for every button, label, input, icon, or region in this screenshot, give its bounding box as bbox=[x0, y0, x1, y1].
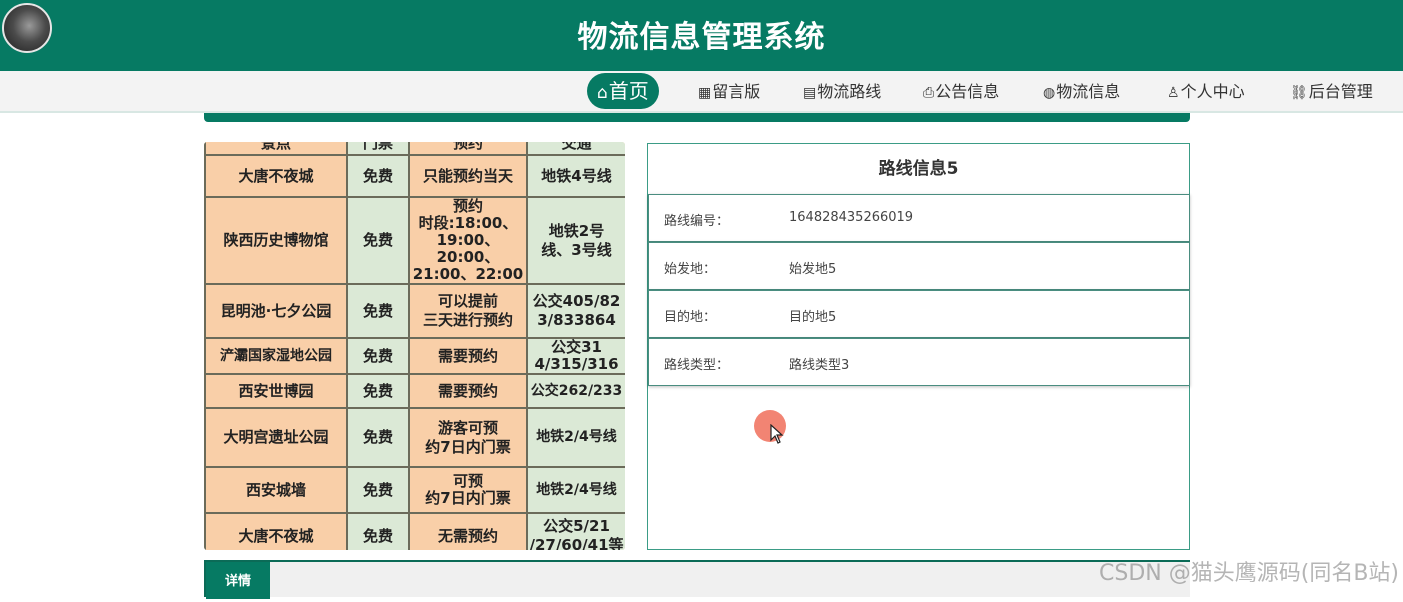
field-label: 路线类型： bbox=[664, 358, 730, 373]
table-cell: 地铁2号 线、3号线 bbox=[526, 196, 625, 285]
table-cell: 浐灞国家湿地公园 bbox=[204, 337, 348, 375]
table-cell: 陕西历史博物馆 bbox=[204, 196, 348, 285]
table-cell: 免费 bbox=[346, 154, 410, 198]
nav-label: 留言版 bbox=[712, 82, 761, 101]
field-label: 始发地： bbox=[664, 262, 717, 277]
field-value: 始发地5 bbox=[789, 262, 837, 277]
table-cell: 无需预约 bbox=[408, 512, 528, 550]
table-cell: 免费 bbox=[346, 337, 410, 375]
table-cell: 大明宫遗址公园 bbox=[204, 407, 348, 468]
table-row: 大唐不夜城 免费 无需预约 公交5/21 /27/60/41等 bbox=[204, 512, 625, 550]
nav-item-announcements[interactable]: ⎙公告信息 bbox=[923, 79, 999, 105]
table-cell: 游客可预 约7日内门票 bbox=[408, 407, 528, 468]
watermark: CSDN @猫头鹰源码(同名B站) bbox=[1099, 561, 1399, 586]
table-cell: 大唐不夜城 bbox=[204, 154, 348, 198]
nav-item-logistics-info[interactable]: ◍物流信息 bbox=[1043, 79, 1120, 105]
printer-icon: ⎙ bbox=[923, 85, 935, 101]
attractions-table: 景点 门票 预约 交通 大唐不夜城 免费 只能预约当天 地铁4号线 陕西历史博物… bbox=[204, 142, 625, 550]
nav-item-logistics-routes[interactable]: ▤物流路线 bbox=[803, 79, 881, 105]
table-cell: 预约 时段:18:00、 19:00、20:00、 21:00、22:00 bbox=[408, 196, 528, 285]
table-row: 大明宫遗址公园 免费 游客可预 约7日内门票 地铁2/4号线 bbox=[204, 407, 625, 468]
nav-item-home[interactable]: ⌂首页 bbox=[587, 73, 659, 109]
section-strip bbox=[204, 113, 1190, 122]
details-tab[interactable]: 详情 bbox=[206, 562, 270, 599]
field-label: 路线编号： bbox=[664, 214, 730, 229]
table-row: 昆明池·七夕公园 免费 可以提前 三天进行预约 公交405/82 3/83386… bbox=[204, 283, 625, 339]
table-header-cell: 预约 bbox=[408, 142, 528, 156]
field-value: 164828435266019 bbox=[789, 210, 914, 225]
details-section: 详情 bbox=[204, 560, 1190, 599]
table-cell: 地铁2/4号线 bbox=[526, 466, 625, 514]
table-cell: 昆明池·七夕公园 bbox=[204, 283, 348, 339]
route-info-row: 路线编号： 164828435266019 bbox=[648, 194, 1190, 242]
gift-icon: ▤ bbox=[803, 85, 817, 101]
table-header-cell: 门票 bbox=[346, 142, 410, 156]
table-header-row: 景点 门票 预约 交通 bbox=[204, 142, 625, 156]
nav-item-personal-center[interactable]: ♙个人中心 bbox=[1167, 79, 1245, 105]
table-cell: 西安城墙 bbox=[204, 466, 348, 514]
table-cell: 免费 bbox=[346, 512, 410, 550]
table-cell: 只能预约当天 bbox=[408, 154, 528, 198]
table-row: 陕西历史博物馆 免费 预约 时段:18:00、 19:00、20:00、 21:… bbox=[204, 196, 625, 285]
table-cell: 公交31 4/315/316 bbox=[526, 337, 625, 375]
globe-icon: ◍ bbox=[1043, 85, 1056, 101]
route-info-row: 目的地： 目的地5 bbox=[648, 290, 1190, 338]
field-value: 路线类型3 bbox=[789, 358, 850, 373]
table-cell: 地铁4号线 bbox=[526, 154, 625, 198]
table-cell: 可以提前 三天进行预约 bbox=[408, 283, 528, 339]
table-cell: 公交405/82 3/833864 bbox=[526, 283, 625, 339]
route-info-row: 路线类型： 路线类型3 bbox=[648, 338, 1190, 386]
nav-label: 物流路线 bbox=[817, 82, 882, 101]
table-row: 西安世博园 免费 需要预约 公交262/233 bbox=[204, 373, 625, 409]
user-icon: ♙ bbox=[1167, 85, 1180, 101]
table-cell: 免费 bbox=[346, 283, 410, 339]
field-value: 目的地5 bbox=[789, 310, 837, 325]
nav-label: 个人中心 bbox=[1180, 82, 1245, 101]
nav-item-message-board[interactable]: ▦留言版 bbox=[698, 79, 760, 105]
table-cell: 地铁2/4号线 bbox=[526, 407, 625, 468]
site-title: 物流信息管理系统 bbox=[577, 20, 826, 55]
nav-label: 后台管理 bbox=[1308, 82, 1373, 101]
table-cell: 免费 bbox=[346, 373, 410, 409]
route-info-panel: 路线信息5 路线编号： 164828435266019 始发地： 始发地5 目的… bbox=[647, 143, 1190, 550]
table-cell: 可预 约7日内门票 bbox=[408, 466, 528, 514]
table-cell: 公交262/233 bbox=[526, 373, 625, 409]
table-cell: 免费 bbox=[346, 466, 410, 514]
grid-icon: ▦ bbox=[698, 85, 712, 101]
table-row: 大唐不夜城 免费 只能预约当天 地铁4号线 bbox=[204, 154, 625, 198]
table-cell: 西安世博园 bbox=[204, 373, 348, 409]
mouse-cursor-icon bbox=[770, 424, 784, 444]
nav-item-admin[interactable]: ⛓后台管理 bbox=[1290, 79, 1373, 105]
nav-label: 公告信息 bbox=[935, 82, 1000, 101]
route-info-title: 路线信息5 bbox=[878, 159, 959, 179]
table-row: 浐灞国家湿地公园 免费 需要预约 公交31 4/315/316 bbox=[204, 337, 625, 375]
table-cell: 免费 bbox=[346, 196, 410, 285]
home-icon: ⌂ bbox=[597, 83, 608, 103]
table-row: 西安城墙 免费 可预 约7日内门票 地铁2/4号线 bbox=[204, 466, 625, 514]
link-icon: ⛓ bbox=[1290, 85, 1308, 101]
table-cell: 公交5/21 /27/60/41等 bbox=[526, 512, 625, 550]
nav-label: 物流信息 bbox=[1056, 82, 1121, 101]
table-header-cell: 交通 bbox=[526, 142, 625, 156]
table-cell: 需要预约 bbox=[408, 337, 528, 375]
table-cell: 大唐不夜城 bbox=[204, 512, 348, 550]
table-header-cell: 景点 bbox=[204, 142, 348, 156]
route-image: 景点 门票 预约 交通 大唐不夜城 免费 只能预约当天 地铁4号线 陕西历史博物… bbox=[204, 142, 625, 550]
route-info-row: 始发地： 始发地5 bbox=[648, 242, 1190, 290]
nav-label: 首页 bbox=[608, 79, 649, 103]
main-nav: ⌂首页 ▦留言版 ▤物流路线 ⎙公告信息 ◍物流信息 ♙个人中心 ⛓后台管理 bbox=[0, 71, 1403, 113]
table-cell: 免费 bbox=[346, 407, 410, 468]
table-cell: 需要预约 bbox=[408, 373, 528, 409]
header-bar: 物流信息管理系统 bbox=[0, 0, 1403, 71]
field-label: 目的地： bbox=[664, 310, 717, 325]
